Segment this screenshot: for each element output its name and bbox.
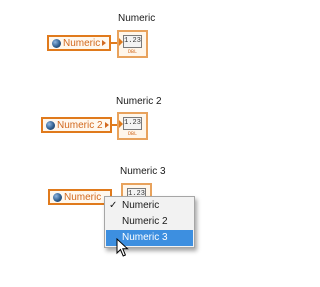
- local-variable-label: Numeric 2: [57, 119, 103, 131]
- terminal-label-numeric-2: Numeric 2: [116, 96, 162, 107]
- menu-item-label: Numeric: [122, 200, 160, 211]
- menu-item-numeric[interactable]: ✓ Numeric: [106, 198, 193, 214]
- globe-icon: [46, 120, 55, 130]
- indicator-terminal-numeric[interactable]: 1.23 DBL: [117, 30, 148, 58]
- local-variable-label: Numeric: [64, 191, 102, 203]
- local-variable-label: Numeric: [63, 37, 101, 49]
- arrow-icon: [104, 122, 109, 128]
- terminal-icon-text: 1.23: [123, 117, 142, 130]
- data-type-label: DBL: [127, 131, 137, 137]
- arrow-icon: [102, 40, 107, 46]
- terminal-label-numeric-3: Numeric 3: [120, 166, 166, 177]
- menu-item-label: Numeric 2: [122, 216, 168, 227]
- indicator-terminal-numeric-2[interactable]: 1.23 DBL: [117, 112, 148, 140]
- checkmark-icon: ✓: [109, 200, 118, 211]
- local-variable-numeric-2[interactable]: Numeric 2: [41, 117, 112, 133]
- menu-item-numeric-2[interactable]: Numeric 2: [106, 214, 193, 230]
- data-type-label: DBL: [127, 49, 137, 55]
- local-variable-numeric-3[interactable]: Numeric: [48, 189, 112, 205]
- terminal-icon-text: 1.23: [123, 35, 142, 48]
- mouse-pointer-icon: [116, 238, 129, 257]
- globe-icon: [53, 192, 62, 202]
- terminal-label-numeric: Numeric: [118, 13, 156, 24]
- local-variable-numeric[interactable]: Numeric: [47, 35, 111, 51]
- globe-icon: [52, 38, 61, 48]
